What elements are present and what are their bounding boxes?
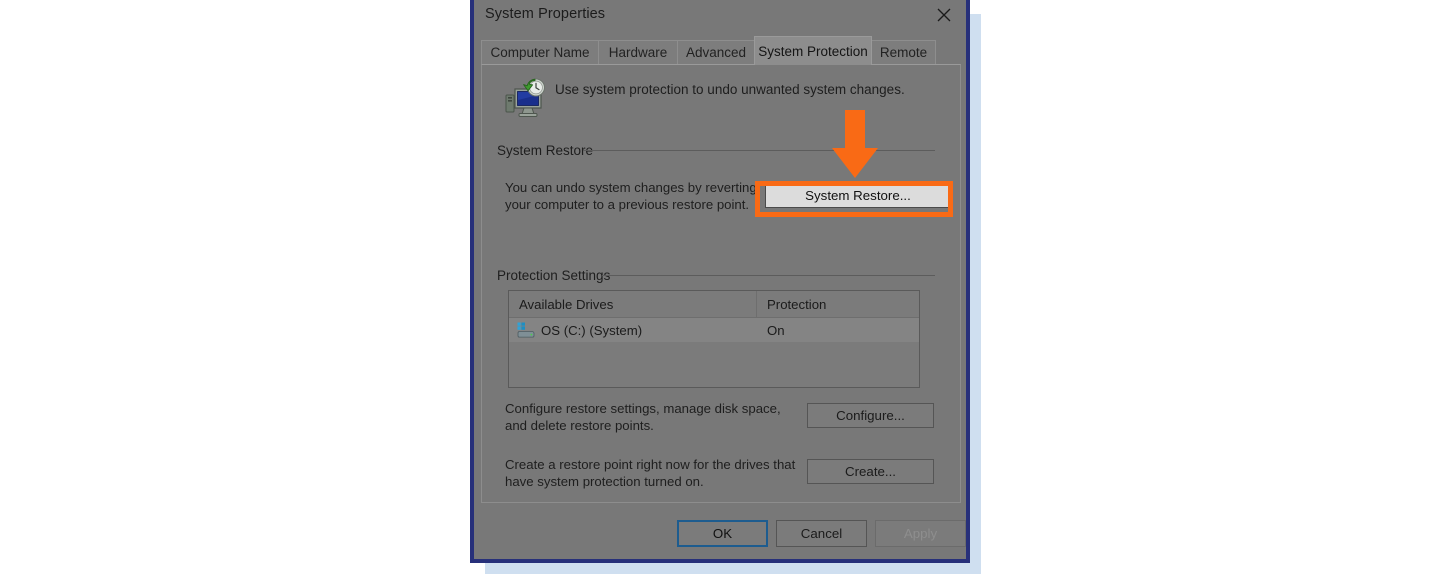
window-client-area: System Properties Computer Name Hardware… xyxy=(474,0,966,559)
group-rule-protection-settings xyxy=(602,275,935,276)
group-label-system-restore: System Restore xyxy=(497,143,594,158)
system-protection-tab-page: Use system protection to undo unwanted s… xyxy=(481,64,961,503)
configure-description: Configure restore settings, manage disk … xyxy=(505,401,781,433)
tab-hardware[interactable]: Hardware xyxy=(598,40,678,64)
tab-strip: Computer Name Hardware Advanced System P… xyxy=(481,36,961,65)
configure-button[interactable]: Configure... xyxy=(807,403,934,428)
apply-button: Apply xyxy=(875,520,966,547)
tab-computer-name[interactable]: Computer Name xyxy=(481,40,599,64)
tab-remote[interactable]: Remote xyxy=(871,40,936,64)
title-bar: System Properties xyxy=(474,0,966,33)
create-button[interactable]: Create... xyxy=(807,459,934,484)
cancel-button[interactable]: Cancel xyxy=(776,520,867,547)
drive-label: OS (C:) (System) xyxy=(541,322,643,338)
window-title: System Properties xyxy=(485,6,606,22)
column-header-protection[interactable]: Protection xyxy=(757,291,919,317)
system-protection-description: Use system protection to undo unwanted s… xyxy=(555,82,905,97)
cell-drive-name: OS (C:) (System) xyxy=(517,318,757,342)
system-restore-button[interactable]: System Restore... xyxy=(765,183,951,208)
table-row[interactable]: OS (C:) (System) On xyxy=(509,318,919,342)
cell-protection-status: On xyxy=(767,322,785,338)
system-restore-description: You can undo system changes by reverting… xyxy=(505,180,757,212)
available-drives-listview[interactable]: Available Drives Protection OS (C:) (Sys… xyxy=(508,290,920,388)
create-description: Create a restore point right now for the… xyxy=(505,457,796,489)
ok-button[interactable]: OK xyxy=(677,520,768,547)
listview-header-row: Available Drives Protection xyxy=(509,291,919,318)
tab-system-protection[interactable]: System Protection xyxy=(754,36,872,65)
close-icon xyxy=(937,8,951,21)
system-properties-window: System Properties Computer Name Hardware… xyxy=(470,0,970,563)
group-label-protection-settings: Protection Settings xyxy=(497,268,611,283)
group-rule-system-restore xyxy=(583,150,935,151)
close-window-button[interactable] xyxy=(922,0,966,29)
system-protection-icon xyxy=(504,76,548,120)
dialog-button-bar: OK Cancel Apply xyxy=(474,506,966,559)
tab-advanced[interactable]: Advanced xyxy=(677,40,755,64)
hard-drive-icon xyxy=(517,322,535,338)
column-header-available-drives[interactable]: Available Drives xyxy=(509,291,757,317)
